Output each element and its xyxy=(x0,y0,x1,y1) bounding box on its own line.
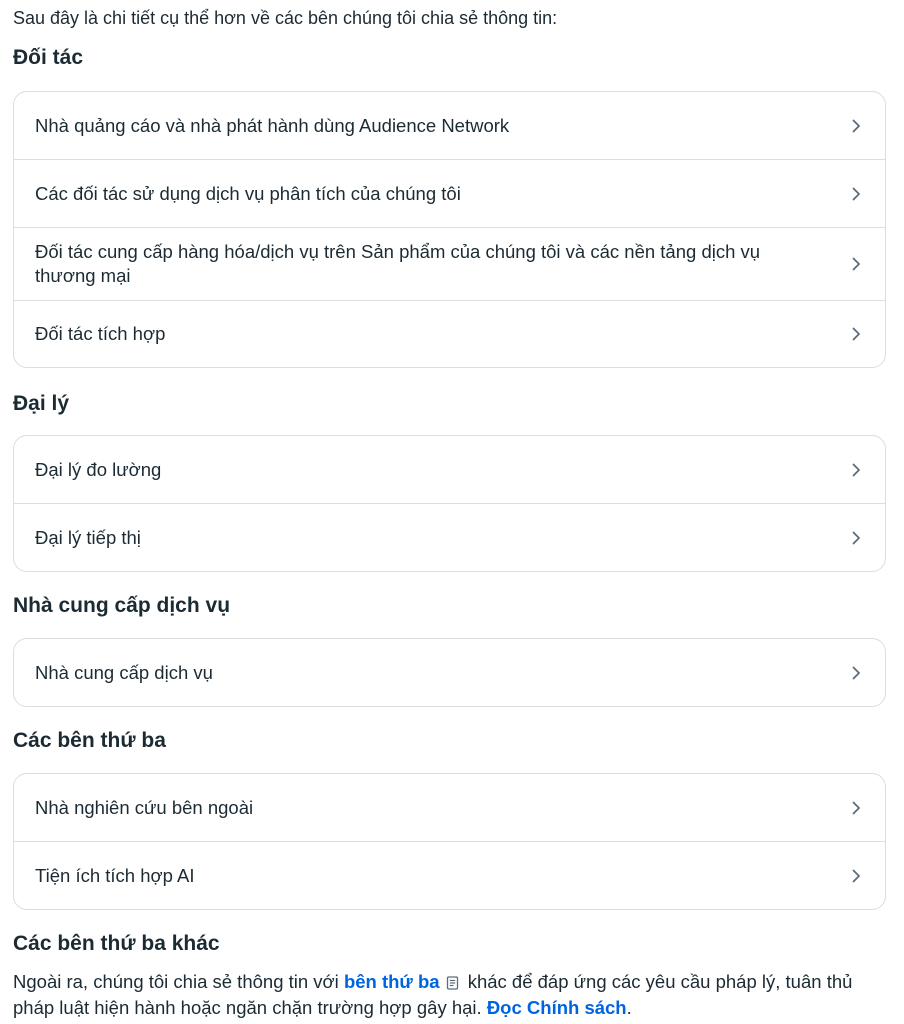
agencies-card: Đại lý đo lường Đại lý tiếp thị xyxy=(13,435,886,572)
intro-text: Sau đây là chi tiết cụ thể hơn về các bê… xyxy=(13,8,558,28)
section-heading-service-providers: Nhà cung cấp dịch vụ xyxy=(13,594,231,617)
list-item-label: Tiện ích tích hợp AI xyxy=(35,864,195,886)
chevron-right-icon xyxy=(849,463,863,477)
list-item-integration-partners[interactable]: Đối tác tích hợp xyxy=(14,300,885,367)
section-heading-third-parties: Các bên thứ ba xyxy=(13,729,166,752)
list-item-measurement-agencies[interactable]: Đại lý đo lường xyxy=(14,436,885,503)
third-parties-card: Nhà nghiên cứu bên ngoài Tiện ích tích h… xyxy=(13,773,886,910)
list-item-marketing-agencies[interactable]: Đại lý tiếp thị xyxy=(14,503,885,571)
list-item-analytics-partners[interactable]: Các đối tác sử dụng dịch vụ phân tích củ… xyxy=(14,159,885,227)
list-item-commerce-partners[interactable]: Đối tác cung cấp hàng hóa/dịch vụ trên S… xyxy=(14,227,885,300)
list-item-label: Đối tác tích hợp xyxy=(35,323,166,344)
list-item-ai-integrations[interactable]: Tiện ích tích hợp AI xyxy=(14,841,885,909)
chevron-right-icon xyxy=(849,666,863,680)
chevron-right-icon xyxy=(849,257,863,271)
list-item-label: Đại lý tiếp thị xyxy=(35,526,141,548)
list-item-external-researchers[interactable]: Nhà nghiên cứu bên ngoài xyxy=(14,774,885,841)
list-item-service-providers[interactable]: Nhà cung cấp dịch vụ xyxy=(14,639,885,706)
list-item-label: Đại lý đo lường xyxy=(35,458,162,480)
list-item-label: Nhà quảng cáo và nhà phát hành dùng Audi… xyxy=(35,114,510,136)
paragraph-text: Ngoài ra, chúng tôi chia sẻ thông tin vớ… xyxy=(13,971,344,992)
other-third-parties-paragraph: Ngoài ra, chúng tôi chia sẻ thông tin vớ… xyxy=(13,970,893,1020)
third-parties-link[interactable]: bên thứ ba xyxy=(344,971,440,992)
list-item-label: Các đối tác sử dụng dịch vụ phân tích củ… xyxy=(35,182,461,204)
list-item-label: Nhà cung cấp dịch vụ xyxy=(35,661,213,683)
document-icon[interactable] xyxy=(446,972,459,996)
chevron-right-icon xyxy=(849,327,863,341)
list-item-label: Đối tác cung cấp hàng hóa/dịch vụ trên S… xyxy=(35,241,761,286)
partners-card: Nhà quảng cáo và nhà phát hành dùng Audi… xyxy=(13,91,886,368)
section-heading-agencies: Đại lý xyxy=(13,392,70,415)
section-heading-partners: Đối tác xyxy=(13,46,84,69)
section-heading-other-third-parties: Các bên thứ ba khác xyxy=(13,932,220,955)
chevron-right-icon xyxy=(849,531,863,545)
list-item-label: Nhà nghiên cứu bên ngoài xyxy=(35,796,254,818)
chevron-right-icon xyxy=(849,801,863,815)
chevron-right-icon xyxy=(849,187,863,201)
paragraph-text: . xyxy=(626,997,632,1018)
service-providers-card: Nhà cung cấp dịch vụ xyxy=(13,638,886,707)
list-item-audience-network[interactable]: Nhà quảng cáo và nhà phát hành dùng Audi… xyxy=(14,92,885,159)
read-policy-link[interactable]: Đọc Chính sách xyxy=(487,997,627,1018)
chevron-right-icon xyxy=(849,119,863,133)
chevron-right-icon xyxy=(849,869,863,883)
